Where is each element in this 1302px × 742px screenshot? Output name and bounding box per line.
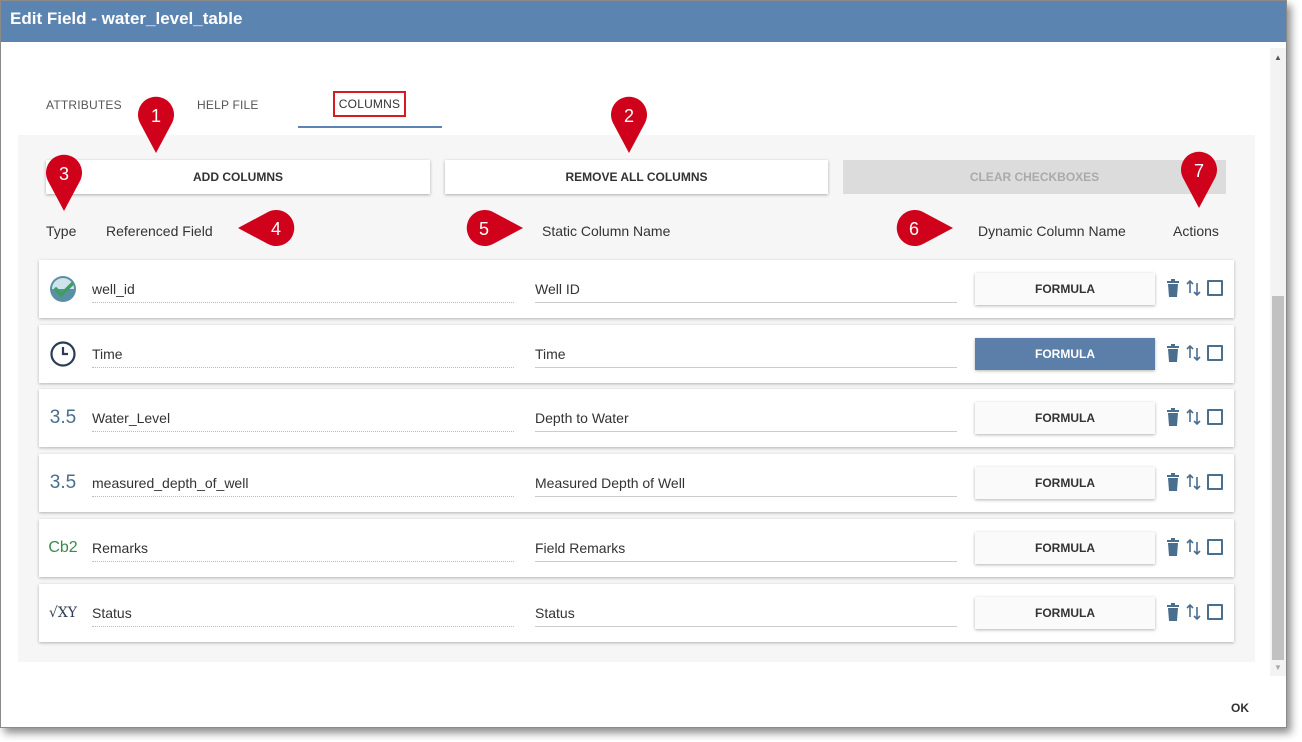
ok-button[interactable]: OK	[1231, 701, 1249, 715]
scroll-thumb[interactable]	[1272, 296, 1284, 660]
tab-attributes[interactable]: ATTRIBUTES	[46, 98, 122, 112]
static-column-name-input[interactable]: Measured Depth of Well	[535, 472, 957, 497]
trash-icon[interactable]	[1165, 344, 1181, 362]
callout-4-label: 4	[271, 219, 281, 239]
row-checkbox[interactable]	[1207, 409, 1223, 425]
tab-help-file[interactable]: HELP FILE	[197, 98, 259, 112]
row-checkbox[interactable]	[1207, 280, 1223, 296]
row-checkbox[interactable]	[1207, 474, 1223, 490]
trash-icon[interactable]	[1165, 279, 1181, 297]
vertical-scrollbar[interactable]: ▲ ▼	[1270, 48, 1286, 676]
referenced-field-input[interactable]: Water_Level	[92, 407, 514, 432]
formula-button[interactable]: FORMULA	[975, 402, 1155, 434]
table-row: well_id Well ID FORMULA	[39, 260, 1234, 318]
trash-icon[interactable]	[1165, 538, 1181, 556]
callout-2-marker: 2	[611, 96, 647, 153]
referenced-field-input[interactable]: well_id	[92, 278, 514, 303]
callout-2-label: 2	[624, 106, 634, 126]
callout-1-marker: 1	[138, 96, 174, 153]
row-checkbox[interactable]	[1207, 604, 1223, 620]
table-row: 3.5 measured_depth_of_well Measured Dept…	[39, 454, 1234, 512]
table-row: Time Time FORMULA	[39, 325, 1234, 383]
well-id-icon	[47, 274, 79, 304]
callout-1-label: 1	[151, 106, 161, 126]
formula-button[interactable]: FORMULA	[975, 467, 1155, 499]
formula-button[interactable]: FORMULA	[975, 597, 1155, 629]
sort-arrows-icon[interactable]	[1186, 279, 1202, 297]
table-row: √XY Status Status FORMULA	[39, 584, 1234, 642]
callout-7-marker: 7	[1181, 151, 1217, 208]
header-static-column-name: Static Column Name	[542, 223, 671, 239]
callout-5-label: 5	[479, 219, 489, 239]
callout-6-label: 6	[909, 219, 919, 239]
referenced-field-input[interactable]: Status	[92, 602, 514, 627]
text-type-icon: Cb2	[48, 539, 78, 556]
dialog-title: Edit Field - water_level_table	[1, 1, 1286, 42]
static-column-name-input[interactable]: Status	[535, 602, 957, 627]
header-type: Type	[46, 223, 77, 239]
remove-all-columns-button[interactable]: REMOVE ALL COLUMNS	[445, 160, 828, 194]
sort-arrows-icon[interactable]	[1186, 538, 1202, 556]
number-type-icon: 3.5	[49, 472, 77, 493]
number-type-icon: 3.5	[49, 407, 77, 428]
header-actions: Actions	[1173, 223, 1219, 239]
row-checkbox[interactable]	[1207, 345, 1223, 361]
referenced-field-input[interactable]: Time	[92, 343, 514, 368]
static-column-name-input[interactable]: Well ID	[535, 278, 957, 303]
clock-icon	[47, 339, 79, 369]
callout-3-label: 3	[59, 164, 69, 184]
formula-type-icon: √XY	[48, 605, 78, 621]
sort-arrows-icon[interactable]	[1186, 473, 1202, 491]
static-column-name-input[interactable]: Time	[535, 343, 957, 368]
static-column-name-input[interactable]: Depth to Water	[535, 407, 957, 432]
callout-4-marker: 4	[238, 210, 295, 246]
tab-columns[interactable]: COLUMNS	[333, 91, 406, 117]
referenced-field-input[interactable]: measured_depth_of_well	[92, 472, 514, 497]
trash-icon[interactable]	[1165, 603, 1181, 621]
formula-button[interactable]: FORMULA	[975, 273, 1155, 305]
callout-3-marker: 3	[46, 154, 82, 211]
clear-checkboxes-button[interactable]: CLEAR CHECKBOXES	[843, 160, 1226, 194]
formula-button[interactable]: FORMULA	[975, 532, 1155, 564]
sort-arrows-icon[interactable]	[1186, 344, 1202, 362]
formula-button[interactable]: FORMULA	[975, 338, 1155, 370]
trash-icon[interactable]	[1165, 473, 1181, 491]
sort-arrows-icon[interactable]	[1186, 408, 1202, 426]
referenced-field-input[interactable]: Remarks	[92, 537, 514, 562]
header-dynamic-column-name: Dynamic Column Name	[978, 223, 1126, 239]
callout-6-marker: 6	[896, 210, 953, 246]
table-row: Cb2 Remarks Field Remarks FORMULA	[39, 519, 1234, 577]
add-columns-button[interactable]: ADD COLUMNS	[46, 160, 430, 194]
active-tab-indicator	[298, 126, 442, 128]
row-checkbox[interactable]	[1207, 539, 1223, 555]
static-column-name-input[interactable]: Field Remarks	[535, 537, 957, 562]
callout-5-marker: 5	[466, 210, 523, 246]
header-referenced-field: Referenced Field	[106, 223, 213, 239]
callout-7-label: 7	[1194, 161, 1204, 181]
scroll-up-icon[interactable]: ▲	[1270, 50, 1286, 66]
sort-arrows-icon[interactable]	[1186, 603, 1202, 621]
scroll-down-icon[interactable]: ▼	[1270, 660, 1286, 676]
trash-icon[interactable]	[1165, 408, 1181, 426]
table-row: 3.5 Water_Level Depth to Water FORMULA	[39, 389, 1234, 447]
